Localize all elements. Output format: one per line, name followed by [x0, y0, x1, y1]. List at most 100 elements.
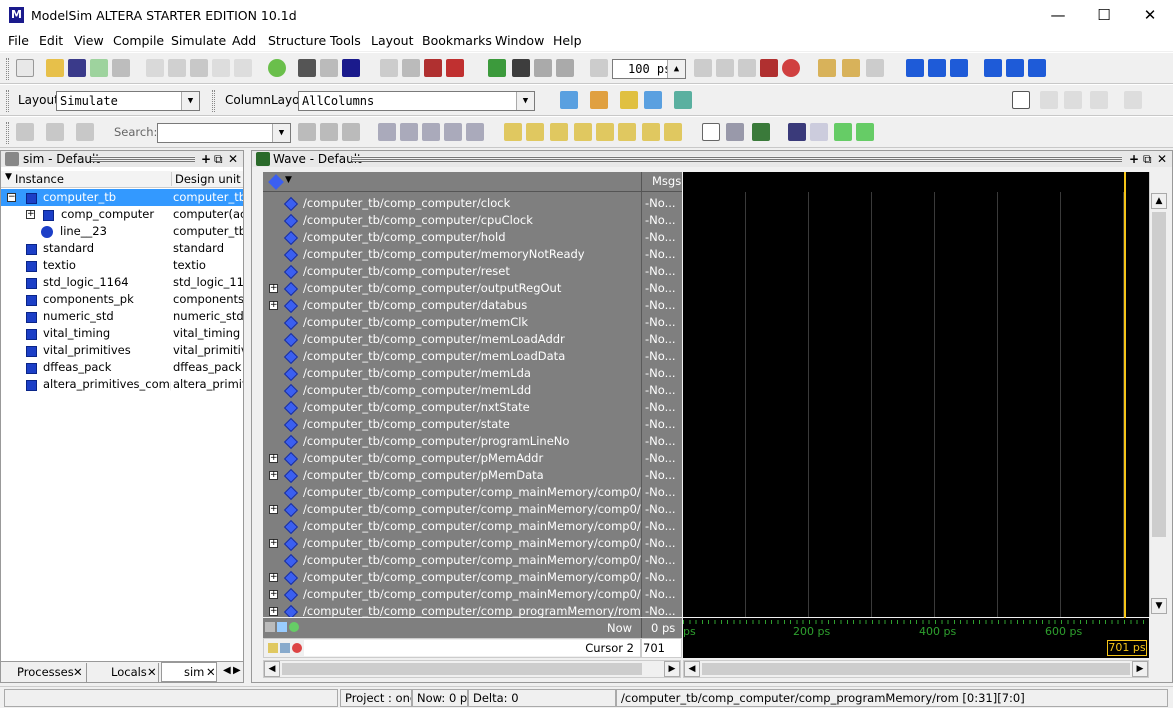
expand-icon[interactable]: + [26, 210, 35, 219]
modelsim-icon[interactable] [342, 59, 360, 77]
break-sim-icon[interactable] [782, 59, 800, 77]
column-layout-select[interactable]: AllColumns ▼ [298, 91, 535, 111]
zoom-out-icon[interactable] [400, 123, 418, 141]
panel-close-icon[interactable]: ✕ [1157, 151, 1167, 167]
stop-icon[interactable] [760, 59, 778, 77]
expand-icon[interactable]: + [269, 284, 278, 293]
layout-select[interactable]: Simulate ▼ [56, 91, 200, 111]
copy-icon[interactable] [168, 59, 186, 77]
sim-row-dffeas-pack[interactable]: dffeas_pack dffeas_pack [1, 359, 243, 376]
scroll-thumb[interactable] [282, 663, 642, 675]
compile-icon[interactable] [380, 59, 398, 77]
simulate-icon[interactable] [424, 59, 442, 77]
back-icon[interactable] [534, 59, 552, 77]
panel-undock-icon[interactable]: ⧉ [1143, 151, 1152, 167]
menu-compile[interactable]: Compile [113, 33, 164, 48]
new-file-icon[interactable] [16, 59, 34, 77]
step-icon[interactable] [906, 59, 924, 77]
tab-close-icon[interactable]: ✕ [73, 663, 83, 681]
expand-icon[interactable]: + [269, 607, 278, 616]
signal-row[interactable]: + /computer_tb/comp_computer/pMemAddr [263, 450, 641, 467]
step-back-icon[interactable] [984, 59, 1002, 77]
toolbar-grip[interactable] [212, 90, 215, 112]
wave-format-6-icon[interactable] [834, 123, 852, 141]
layout-icon-2[interactable] [590, 91, 608, 109]
collapse-icon[interactable]: − [7, 193, 16, 202]
cut-icon[interactable] [146, 59, 164, 77]
tab-sim[interactable]: sim ✕ [161, 662, 217, 682]
wave-format-1-icon[interactable] [702, 123, 720, 141]
wave-hscroll[interactable]: ◀ ▶ [683, 660, 1149, 678]
panel-drag-bar[interactable] [352, 156, 1122, 162]
env-icon[interactable] [488, 59, 506, 77]
memory-icon[interactable] [842, 59, 860, 77]
reload-icon[interactable] [90, 59, 108, 77]
edge-next-icon[interactable] [574, 123, 592, 141]
expand-icon[interactable]: + [269, 539, 278, 548]
maximize-button[interactable]: ☐ [1081, 0, 1127, 31]
signal-type-icon[interactable] [268, 174, 284, 190]
scroll-left-icon[interactable]: ◀ [264, 661, 280, 677]
redo-icon[interactable] [234, 59, 252, 77]
step-out-back-icon[interactable] [1028, 59, 1046, 77]
menu-window[interactable]: Window [495, 33, 544, 48]
edge-icon-7[interactable] [642, 123, 660, 141]
chevron-down-icon[interactable]: ▼ [516, 92, 534, 110]
wave-compare-icon[interactable] [1124, 91, 1142, 109]
tab-close-icon[interactable]: ✕ [206, 663, 216, 681]
search-input[interactable]: ▼ [157, 123, 291, 143]
sim-row-vital-timing[interactable]: vital_timing vital_timing [1, 325, 243, 342]
run-all-icon[interactable] [738, 59, 756, 77]
step-over-icon[interactable] [928, 59, 946, 77]
wave-format-3-icon[interactable] [752, 123, 770, 141]
col-design-unit[interactable]: Design unit [171, 172, 241, 186]
toolbar-grip[interactable] [6, 122, 9, 144]
menu-layout[interactable]: Layout [371, 33, 414, 48]
menu-view[interactable]: View [74, 33, 104, 48]
edge-prev-icon[interactable] [550, 123, 568, 141]
tab-close-icon[interactable]: ✕ [147, 663, 157, 681]
signal-row[interactable]: /computer_tb/comp_computer/hold [263, 229, 641, 246]
toolbar-grip[interactable] [6, 90, 9, 112]
pan-mode-icon[interactable] [1064, 91, 1082, 109]
panel-add-icon[interactable]: + [201, 151, 211, 167]
tab-next-icon[interactable]: ▶ [233, 665, 241, 676]
search-go-icon[interactable] [298, 123, 316, 141]
expand-icon[interactable]: + [269, 454, 278, 463]
step-out-icon[interactable] [950, 59, 968, 77]
cursor-track[interactable]: 701 ps [683, 638, 1149, 658]
performance-icon[interactable] [818, 59, 836, 77]
tab-prev-icon[interactable]: ◀ [223, 665, 231, 676]
menu-simulate[interactable]: Simulate [171, 33, 226, 48]
edit-mode-icon[interactable] [1090, 91, 1108, 109]
tab-processes[interactable]: Processes ✕ [1, 663, 87, 682]
expand-icon[interactable]: + [269, 471, 278, 480]
hand-icon[interactable] [866, 59, 884, 77]
forward-icon[interactable] [556, 59, 574, 77]
cursor-add-icon[interactable] [504, 123, 522, 141]
signal-row[interactable]: + /computer_tb/comp_computer/outputRegOut [263, 280, 641, 297]
signal-row[interactable]: /computer_tb/comp_computer/comp_mainMemo… [263, 484, 641, 501]
find-prev-icon[interactable] [16, 123, 34, 141]
rising-edge-icon[interactable] [618, 123, 636, 141]
scroll-thumb[interactable] [702, 663, 1130, 675]
step-over-back-icon[interactable] [1006, 59, 1024, 77]
print-icon[interactable] [112, 59, 130, 77]
signal-row[interactable]: + /computer_tb/comp_computer/comp_mainMem… [263, 586, 641, 603]
cursor-marker[interactable]: 701 ps [1107, 640, 1147, 656]
scroll-left-icon[interactable]: ◀ [684, 661, 700, 677]
wave-format-4-icon[interactable] [788, 123, 806, 141]
undo-icon[interactable] [212, 59, 230, 77]
sort-icon[interactable]: ▼ [5, 172, 12, 182]
sim-row-vital-primitives[interactable]: vital_primitives vital_primitives [1, 342, 243, 359]
signal-row[interactable]: /computer_tb/comp_computer/nxtState [263, 399, 641, 416]
tab-locals[interactable]: Locals ✕ [89, 663, 159, 682]
scroll-up-icon[interactable]: ▲ [1151, 193, 1167, 209]
search-clear-icon[interactable] [342, 123, 360, 141]
signal-row[interactable]: + /computer_tb/comp_computer/comp_mainMem… [263, 501, 641, 518]
find-icon[interactable] [298, 59, 316, 77]
sim-row-standard[interactable]: standard standard [1, 240, 243, 257]
signal-row[interactable]: /computer_tb/comp_computer/comp_mainMemo… [263, 552, 641, 569]
collapse-icon[interactable] [320, 59, 338, 77]
signal-row[interactable]: /computer_tb/comp_computer/memClk [263, 314, 641, 331]
